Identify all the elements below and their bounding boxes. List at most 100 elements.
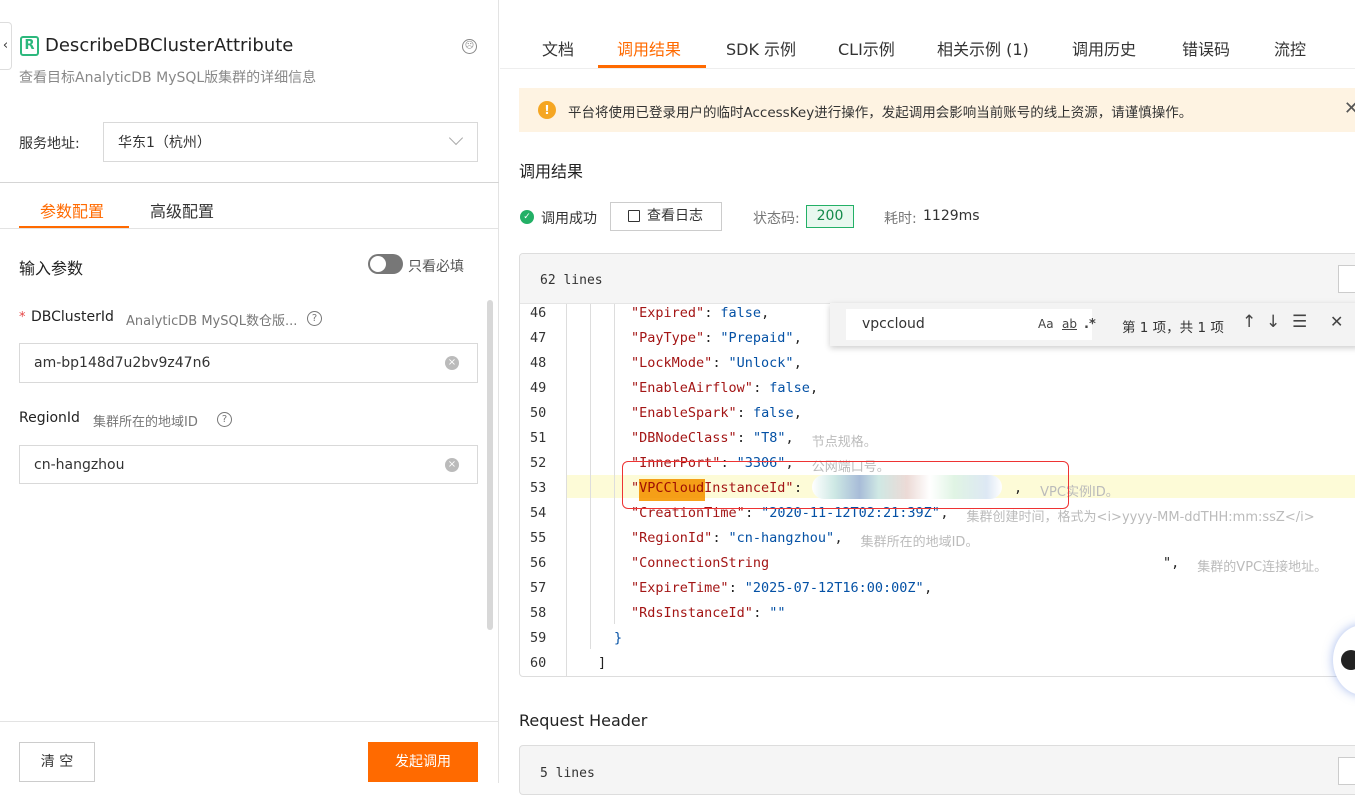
punctuation: , <box>793 405 802 421</box>
divider <box>0 228 499 229</box>
copy-icon[interactable] <box>1338 757 1355 785</box>
service-select[interactable]: 华东1（杭州） <box>103 122 478 162</box>
tab-error-codes[interactable]: 错误码 <box>1182 36 1230 60</box>
param-desc-regionid: 集群所在的地域ID <box>93 415 198 430</box>
line-number: 55 <box>530 530 547 546</box>
regex-icon[interactable]: .* <box>1084 309 1096 340</box>
inline-comment: 集群所在的地域ID。 <box>860 535 979 550</box>
json-value: false <box>720 305 761 321</box>
warning-icon: ! <box>538 101 556 119</box>
punctuation: , <box>785 430 794 446</box>
search-match-box <box>622 461 1069 509</box>
line-number: 56 <box>530 555 547 571</box>
success-icon: ✓ <box>520 210 534 224</box>
param-name-regionid: RegionId <box>19 410 80 426</box>
close-find-icon[interactable]: ✕ <box>1330 312 1343 331</box>
json-value: "2025-07-12T16:00:00Z" <box>744 580 924 596</box>
colon: : <box>712 355 729 371</box>
api-logo-icon: R <box>20 36 39 56</box>
json-key: "ExpireTime" <box>631 580 729 596</box>
line-number: 51 <box>530 430 547 446</box>
line-number: 54 <box>530 505 547 521</box>
find-query: vpccloud <box>862 316 925 332</box>
colon: : <box>736 405 754 421</box>
warning-banner: ! 平台将使用已登录用户的临时AccessKey进行操作，发起调用会影响当前账号… <box>519 88 1355 132</box>
inline-comment: 节点规格。 <box>811 435 877 450</box>
dbclusterid-input[interactable]: am-bp148d7u2bv9z47n6 × <box>19 343 478 383</box>
colon: : <box>728 580 746 596</box>
clear-icon[interactable]: × <box>445 356 459 370</box>
line-number: 52 <box>530 455 547 471</box>
tab-sdk[interactable]: SDK 示例 <box>726 36 796 60</box>
feedback-icon[interactable]: ☹ <box>462 39 477 54</box>
scrollbar[interactable] <box>487 300 493 630</box>
punctuation: , <box>810 380 819 396</box>
indent-guide <box>590 304 591 649</box>
tab-history[interactable]: 调用历史 <box>1072 36 1136 60</box>
tab-docs[interactable]: 文档 <box>542 36 574 60</box>
json-value: "Prepaid" <box>720 330 794 346</box>
clear-button[interactable]: 清 空 <box>19 742 95 782</box>
invoke-button[interactable]: 发起调用 <box>368 742 478 782</box>
json-key: "EnableAirflow" <box>631 380 753 396</box>
json-value: "" <box>769 605 786 621</box>
response-code-box: 62 lines 46 "Expired": false, 47 "PayType":… <box>519 253 1355 677</box>
json-brace: } <box>614 630 623 646</box>
line-number: 59 <box>530 630 547 646</box>
regionid-input[interactable]: cn-hangzhou × <box>19 445 478 484</box>
punctuation: , <box>761 305 770 321</box>
line-number: 49 <box>530 380 547 396</box>
line-number: 60 <box>530 655 547 671</box>
colon: : <box>704 330 721 346</box>
punctuation: , <box>793 355 802 371</box>
tab-examples[interactable]: 相关示例 (1) <box>937 36 1029 60</box>
api-title: DescribeDBClusterAttribute <box>45 35 294 56</box>
tab-flow-control[interactable]: 流控 <box>1274 36 1306 60</box>
json-key: "DBNodeClass" <box>631 430 737 446</box>
copy-icon[interactable] <box>1338 265 1355 293</box>
collapse-button[interactable]: ‹ <box>0 22 12 70</box>
api-subtitle: 查看目标AnalyticDB MySQL版集群的详细信息 <box>19 70 317 86</box>
json-key: "ConnectionString <box>631 555 770 571</box>
match-word-icon[interactable]: ab <box>1062 309 1077 340</box>
tab-result[interactable]: 调用结果 <box>617 36 681 60</box>
tab-param-config[interactable]: 参数配置 <box>40 198 104 222</box>
find-result: 第 1 项，共 1 项 <box>1122 320 1224 336</box>
divider <box>0 721 499 722</box>
divider <box>500 68 1355 69</box>
colon: : <box>736 430 754 446</box>
code-header: 62 lines <box>520 254 1355 304</box>
find-widget: vpccloud Aa ab .* 第 1 项，共 1 项 ↑ ↓ ☰ ✕ <box>830 303 1355 346</box>
find-in-selection-icon[interactable]: ☰ <box>1292 312 1307 332</box>
param-name-dbclusterid: DBClusterId <box>31 309 114 325</box>
request-header-heading: Request Header <box>519 711 648 730</box>
request-header-box: 5 lines <box>519 745 1355 795</box>
code-line-count: 62 lines <box>540 273 603 288</box>
required-only-toggle[interactable] <box>368 254 403 274</box>
status-code-badge: 200 <box>806 205 854 228</box>
next-match-icon[interactable]: ↓ <box>1266 312 1280 332</box>
previous-match-icon[interactable]: ↑ <box>1242 312 1256 332</box>
json-key: "LockMode" <box>631 355 713 371</box>
json-key: "RdsInstanceId" <box>631 605 753 621</box>
external-link-icon <box>628 210 640 222</box>
punctuation: , <box>924 580 933 596</box>
tab-advanced-config[interactable]: 高级配置 <box>150 198 214 222</box>
json-key: "PayType" <box>631 330 705 346</box>
line-number: 53 <box>530 480 547 496</box>
match-case-icon[interactable]: Aa <box>1038 309 1054 340</box>
help-icon[interactable]: ? <box>217 412 232 427</box>
json-key: "EnableSpark" <box>631 405 737 421</box>
tab-cli[interactable]: CLI示例 <box>838 36 895 60</box>
find-input[interactable]: vpccloud Aa ab .* <box>846 309 1096 340</box>
view-log-button[interactable]: 查看日志 <box>610 202 722 231</box>
help-icon[interactable]: ? <box>307 311 322 326</box>
line-number: 47 <box>530 330 547 346</box>
required-asterisk: * <box>19 310 26 325</box>
colon: : <box>753 605 770 621</box>
json-value: "Unlock" <box>728 355 794 371</box>
clear-icon[interactable]: × <box>445 457 459 472</box>
line-number: 48 <box>530 355 547 371</box>
line-number: 58 <box>530 605 547 621</box>
close-icon[interactable]: ✕ <box>1344 98 1355 119</box>
